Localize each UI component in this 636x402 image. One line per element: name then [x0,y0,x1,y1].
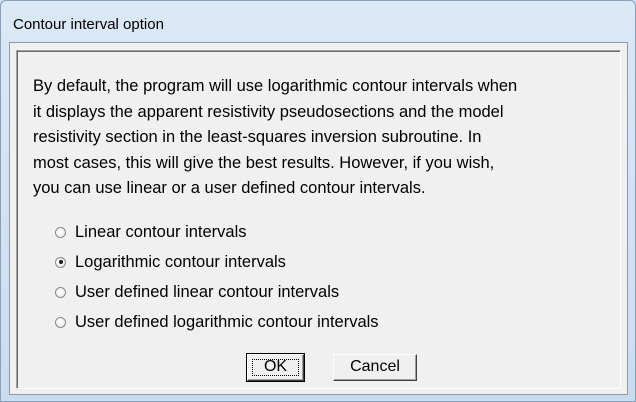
description-line: By default, the program will use logarit… [33,77,518,95]
radio-linear[interactable]: Linear contour intervals [55,222,247,242]
description-line: it displays the apparent resistivity pse… [33,102,504,121]
description-line: resistivity section in the least-squares… [33,128,482,146]
radio-user-logarithmic[interactable]: User defined logarithmic contour interva… [55,312,379,332]
radio-button-checked-icon[interactable] [55,256,66,268]
description-line: most cases, this will give the best resu… [33,153,495,172]
description-text: By default, the program will use logarit… [33,74,613,202]
options-panel: By default, the program will use logarit… [16,50,621,389]
dialog-client-area: By default, the program will use logarit… [9,42,628,395]
dialog-window: Contour interval option By default, the … [0,0,636,402]
radio-user-linear[interactable]: User defined linear contour intervals [55,282,339,302]
ok-button[interactable]: OK [246,353,305,382]
dialog-title: Contour interval option [13,16,164,33]
title-bar[interactable]: Contour interval option [1,1,635,41]
radio-label[interactable]: User defined logarithmic contour interva… [75,313,379,332]
radio-button-icon[interactable] [55,316,66,328]
description-line: you can use linear or a user defined con… [33,179,426,197]
radio-button-icon[interactable] [55,226,66,238]
radio-label[interactable]: Logarithmic contour intervals [75,253,286,272]
radio-button-icon[interactable] [55,286,66,298]
cancel-button[interactable]: Cancel [333,354,417,381]
radio-label[interactable]: Linear contour intervals [75,223,247,242]
radio-logarithmic[interactable]: Logarithmic contour intervals [55,252,286,272]
radio-label[interactable]: User defined linear contour intervals [75,283,339,302]
